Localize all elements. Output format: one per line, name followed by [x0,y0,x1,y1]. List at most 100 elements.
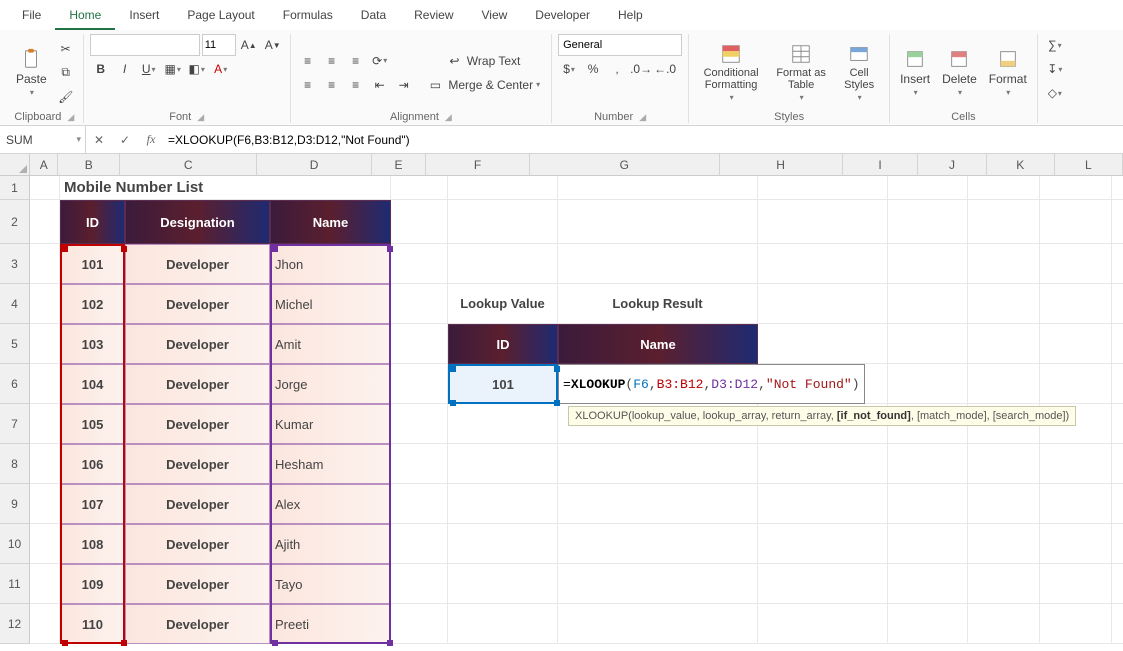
cell-J8[interactable] [968,444,1040,484]
cell-I11[interactable] [888,564,968,604]
cell-H1[interactable] [758,176,888,200]
row-header-9[interactable]: 9 [0,484,30,524]
col-header-B[interactable]: B [58,154,120,176]
bold-button[interactable]: B [90,58,112,80]
cell-A9[interactable] [30,484,60,524]
clear-button[interactable]: ◇▾ [1044,82,1066,104]
number-format-select[interactable] [558,34,682,56]
cell-I3[interactable] [888,244,968,284]
cell-E12[interactable] [391,604,448,644]
table-header-id[interactable]: ID [60,200,125,244]
autosum-button[interactable]: ∑▾ [1044,34,1066,56]
cell-A1[interactable] [30,176,60,200]
cell-E5[interactable] [391,324,448,364]
cut-button[interactable]: ✂ [55,38,77,60]
cell-J3[interactable] [968,244,1040,284]
cell-F7[interactable] [448,404,558,444]
enter-formula-button[interactable]: ✓ [112,126,138,153]
cell-A4[interactable] [30,284,60,324]
table-row[interactable]: 109 [60,564,125,604]
title-cell[interactable]: Mobile Number List [60,176,391,200]
col-header-D[interactable]: D [257,154,372,176]
font-family-select[interactable] [90,34,200,56]
lookup-result-label[interactable]: Lookup Result [558,284,758,324]
cell-H11[interactable] [758,564,888,604]
cell-F8[interactable] [448,444,558,484]
font-size-select[interactable] [202,34,236,56]
cell-L6[interactable] [1112,364,1123,404]
format-cells-button[interactable]: Format▾ [985,46,1031,99]
cell-K5[interactable] [1040,324,1112,364]
indent-increase-button[interactable]: ⇥ [393,74,415,96]
lookup-header-id[interactable]: ID [448,324,558,364]
wrap-text-button[interactable]: ↩ Wrap Text [425,50,545,72]
menu-tab-insert[interactable]: Insert [115,2,173,30]
menu-tab-page-layout[interactable]: Page Layout [173,2,268,30]
cell-K10[interactable] [1040,524,1112,564]
cell-A7[interactable] [30,404,60,444]
increase-font-button[interactable]: A▲ [238,34,260,56]
border-button[interactable]: ▦▾ [162,58,184,80]
cell-L9[interactable] [1112,484,1123,524]
underline-button[interactable]: U▾ [138,58,160,80]
cell-F1[interactable] [448,176,558,200]
col-header-L[interactable]: L [1055,154,1123,176]
col-header-A[interactable]: A [30,154,58,176]
cell-G3[interactable] [558,244,758,284]
cell-A2[interactable] [30,200,60,244]
cell-I12[interactable] [888,604,968,644]
menu-tab-formulas[interactable]: Formulas [269,2,347,30]
cell-E2[interactable] [391,200,448,244]
cell-J4[interactable] [968,284,1040,324]
accounting-format-button[interactable]: $▾ [558,58,580,80]
menu-tab-help[interactable]: Help [604,2,657,30]
menu-tab-review[interactable]: Review [400,2,467,30]
cell-E1[interactable] [391,176,448,200]
table-row[interactable]: Developer [125,244,270,284]
cell-F10[interactable] [448,524,558,564]
cell-A6[interactable] [30,364,60,404]
row-header-1[interactable]: 1 [0,176,30,200]
paste-button[interactable]: Paste ▾ [12,46,51,99]
cell-K6[interactable] [1040,364,1112,404]
cell-I4[interactable] [888,284,968,324]
increase-decimal-button[interactable]: .0→ [630,58,652,80]
cell-H12[interactable] [758,604,888,644]
cell-L12[interactable] [1112,604,1123,644]
cell-E7[interactable] [391,404,448,444]
align-right-button[interactable]: ≡ [345,74,367,96]
cell-K3[interactable] [1040,244,1112,284]
cell-J1[interactable] [968,176,1040,200]
cell-styles-button[interactable]: Cell Styles▾ [835,41,883,104]
menu-tab-file[interactable]: File [8,2,55,30]
cell-L2[interactable] [1112,200,1123,244]
cell-J6[interactable] [968,364,1040,404]
lookup-value-label[interactable]: Lookup Value [448,284,558,324]
row-header-4[interactable]: 4 [0,284,30,324]
cell-A8[interactable] [30,444,60,484]
format-as-table-button[interactable]: Format as Table▾ [771,41,831,104]
align-top-button[interactable]: ≡ [297,50,319,72]
col-header-K[interactable]: K [987,154,1055,176]
delete-cells-button[interactable]: Delete▾ [938,46,981,99]
indent-decrease-button[interactable]: ⇤ [369,74,391,96]
cell-I5[interactable] [888,324,968,364]
table-row[interactable]: Developer [125,404,270,444]
row-header-2[interactable]: 2 [0,200,30,244]
table-row[interactable]: Developer [125,524,270,564]
cell-J12[interactable] [968,604,1040,644]
cell-L8[interactable] [1112,444,1123,484]
table-row[interactable]: 110 [60,604,125,644]
table-row[interactable]: Developer [125,564,270,604]
lookup-value-cell[interactable]: 101 [448,364,558,404]
table-row[interactable]: Developer [125,444,270,484]
align-left-button[interactable]: ≡ [297,74,319,96]
fill-button[interactable]: ↧▾ [1044,58,1066,80]
cell-K9[interactable] [1040,484,1112,524]
cell-K12[interactable] [1040,604,1112,644]
cell-H5[interactable] [758,324,888,364]
cell-A12[interactable] [30,604,60,644]
col-header-H[interactable]: H [720,154,843,176]
orientation-button[interactable]: ⟳▾ [369,50,391,72]
table-row[interactable]: 107 [60,484,125,524]
